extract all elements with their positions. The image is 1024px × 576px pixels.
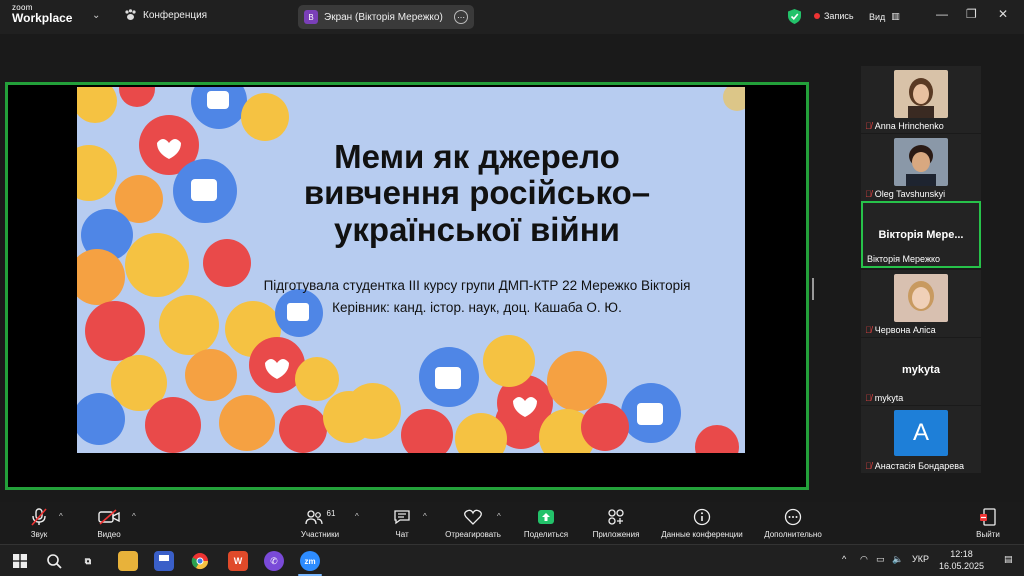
meeting-toolbar: Звук ^ Видео ^ 61 Участники ^ Чат ^ Отре…: [0, 502, 1024, 544]
more-dots-icon: [784, 508, 802, 526]
notification-icon[interactable]: ▤: [1004, 554, 1013, 565]
participant-tile[interactable]: 🎙̸ Anna Hrinchenko: [861, 66, 981, 133]
share-arrow-icon: [538, 510, 554, 524]
zoom-logo: zoom Workplace: [12, 3, 73, 25]
more-button[interactable]: Дополнительно: [756, 507, 830, 539]
participant-caption: 🎙̸ Anna Hrinchenko: [865, 121, 944, 131]
video-button[interactable]: Видео: [92, 507, 126, 539]
mic-muted-icon: 🎙̸: [865, 461, 872, 471]
os-taskbar: ⧉ W ✆ zm ^ ◠ ▭ 🔈 УКР 12:18 16.05.2025 ▤: [0, 544, 1024, 576]
meeting-area: Меми як джерело вивчення російсько– укра…: [0, 34, 1024, 527]
viber-icon[interactable]: ✆: [264, 551, 284, 571]
volume-icon[interactable]: 🔈: [892, 554, 903, 565]
participant-tile-active-speaker[interactable]: Вікторія Мере... Вікторія Мережко: [861, 201, 981, 268]
wifi-icon[interactable]: ◠: [860, 554, 868, 565]
apps-icon: [608, 509, 624, 525]
mic-muted-icon: 🎙̸: [865, 189, 872, 199]
wps-office-icon[interactable]: W: [228, 551, 248, 571]
participant-tile[interactable]: 🎙̸ Oleg Tavshunskyi: [861, 134, 981, 201]
meeting-info-button[interactable]: Данные конференции: [654, 507, 750, 539]
presentation-slide: Меми як джерело вивчення російсько– укра…: [77, 87, 745, 453]
zoom-app-icon[interactable]: zm: [300, 551, 320, 571]
leave-door-icon: [980, 508, 996, 526]
presenter-badge: В: [304, 10, 318, 24]
zoom-window: zoom Workplace ⌄ Конференция В Экран (Ві…: [0, 0, 1024, 576]
participant-tile[interactable]: mykyta 🎙̸ mykyta: [861, 338, 981, 405]
participant-avatar: А: [894, 410, 948, 456]
recording-indicator[interactable]: Запись: [814, 11, 854, 21]
video-options-caret-icon[interactable]: ^: [132, 512, 136, 521]
chat-options-caret-icon[interactable]: ^: [423, 512, 427, 521]
participant-caption: 🎙̸ Анастасія Бондарева: [865, 461, 964, 471]
participant-video: [894, 138, 948, 186]
grid-icon: ▥: [891, 11, 900, 21]
share-screen-button[interactable]: Поделиться: [518, 507, 574, 539]
participant-caption: 🎙̸ Червона Аліса: [865, 325, 936, 335]
participant-video: [894, 274, 948, 322]
title-bar: zoom Workplace ⌄ Конференция В Экран (Ві…: [0, 0, 1024, 34]
paw-icon: [125, 9, 136, 20]
close-icon[interactable]: ✕: [998, 7, 1008, 21]
participant-caption: 🎙̸ Oleg Tavshunskyi: [865, 189, 946, 199]
participant-caption: 🎙̸ mykyta: [865, 393, 904, 403]
people-icon: [304, 510, 323, 525]
mic-muted-icon: [31, 508, 47, 526]
slide-title: Меми як джерело вивчення російсько– укра…: [303, 138, 651, 248]
shared-screen-pill[interactable]: В Экран (Вікторія Мережко) ⋯: [298, 5, 474, 29]
audio-options-caret-icon[interactable]: ^: [59, 512, 63, 521]
chrome-icon[interactable]: [190, 551, 210, 571]
video-off-icon: [98, 509, 120, 525]
language-indicator[interactable]: УКР: [912, 554, 929, 564]
mic-muted-icon: 🎙̸: [865, 121, 872, 131]
leave-button[interactable]: Выйти: [970, 507, 1006, 539]
info-icon: [693, 508, 711, 526]
search-icon[interactable]: [44, 551, 64, 571]
chat-icon: [394, 510, 410, 525]
minimize-icon[interactable]: —: [936, 7, 948, 21]
participant-caption: Вікторія Мережко: [867, 254, 941, 264]
react-options-caret-icon[interactable]: ^: [497, 512, 501, 521]
participants-count: 61: [326, 508, 336, 518]
system-clock[interactable]: 12:18 16.05.2025: [939, 549, 984, 572]
recording-label: Запись: [824, 11, 854, 21]
mic-muted-icon: 🎙̸: [865, 325, 872, 335]
shared-screen-label: Экран (Вікторія Мережко): [324, 11, 443, 23]
audio-button[interactable]: Звук: [22, 507, 56, 539]
restore-icon[interactable]: ❐: [966, 7, 977, 21]
tray-overflow-chevron-icon[interactable]: ^: [842, 554, 846, 564]
task-view-icon[interactable]: ⧉: [78, 551, 98, 571]
shield-icon[interactable]: [788, 9, 801, 24]
participant-tile[interactable]: А 🎙̸ Анастасія Бондарева: [861, 406, 981, 473]
network-icon[interactable]: ▭: [876, 554, 885, 565]
participants-button[interactable]: 61 Участники: [296, 507, 344, 540]
file-explorer-icon[interactable]: [118, 551, 138, 571]
more-options-icon[interactable]: ⋯: [454, 10, 468, 24]
chevron-down-icon[interactable]: ⌄: [92, 10, 100, 21]
mic-muted-icon: 🎙̸: [865, 393, 872, 403]
panel-resize-handle[interactable]: [812, 278, 814, 300]
participant-video: [894, 70, 948, 118]
chat-button[interactable]: Чат: [388, 507, 416, 539]
windows-start-icon[interactable]: [10, 551, 30, 571]
slide-subtitle: Підготувала студентка ІІІ курсу групи ДМ…: [263, 278, 691, 315]
save-disk-icon[interactable]: [154, 551, 174, 571]
conference-menu[interactable]: Конференция: [124, 9, 207, 21]
shared-screen: Меми як джерело вивчення російсько– укра…: [5, 82, 809, 490]
recording-dot-icon: [814, 13, 820, 19]
participant-tile[interactable]: 🎙̸ Червона Аліса: [861, 270, 981, 337]
view-label: Вид: [869, 11, 886, 22]
participants-options-caret-icon[interactable]: ^: [355, 512, 359, 521]
apps-button[interactable]: Приложения: [588, 507, 644, 539]
heart-icon: [464, 509, 482, 525]
conference-label: Конференция: [143, 9, 208, 21]
view-menu[interactable]: Вид ▥: [869, 11, 900, 22]
